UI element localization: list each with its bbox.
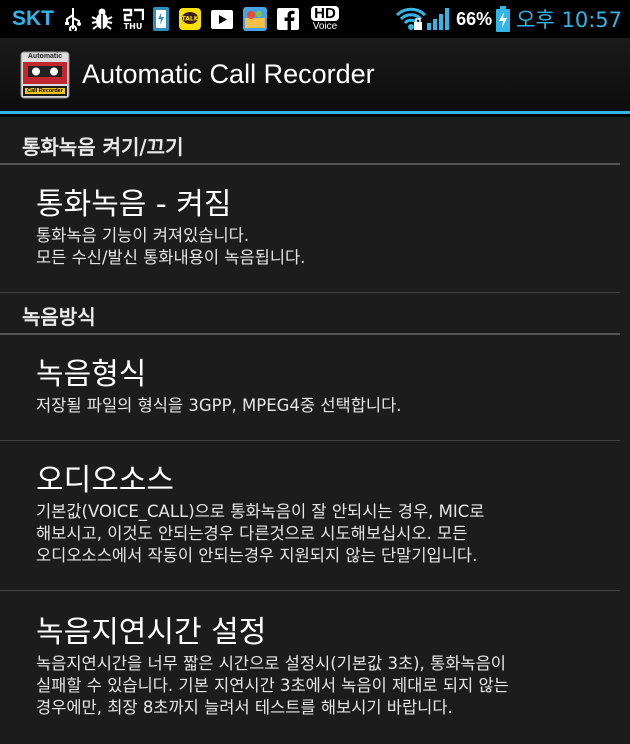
- voice-label: Voice: [312, 21, 338, 32]
- pref-recording-format[interactable]: 녹음형식 저장될 파일의 형식을 3GPP, MPEG4중 선택합니다.: [0, 335, 620, 441]
- app-logo-bottom-text: Call Recorder: [27, 87, 63, 94]
- pref-recording-toggle[interactable]: 통화녹음 - 켜짐 통화녹음 기능이 켜져있습니다. 모든 수신/발신 통화내용…: [0, 165, 620, 293]
- usb-icon: [64, 6, 82, 32]
- battery-icon: [496, 6, 511, 32]
- section-header-recording-method: 녹음방식: [0, 293, 620, 335]
- pref-summary-line: 녹음지연시간을 너무 짧은 시간으로 설정시(기본값 3초), 통화녹음이: [36, 654, 506, 673]
- pref-summary-line: 해보시고, 이것도 안되는경우 다른것으로 시도해보십시오. 모든: [36, 524, 468, 543]
- pref-summary-line: 기본값(VOICE_CALL)으로 통화녹음이 잘 안되시는 경우, MIC로: [36, 502, 485, 521]
- battery-saver-icon: [152, 6, 170, 32]
- status-bar: SKT THU TALK HD Voice 66% 오후 10:57: [0, 0, 630, 38]
- action-bar: Automatic Call Recorder Automatic Call R…: [0, 38, 630, 114]
- carrier-label: SKT: [12, 7, 54, 30]
- pref-title: 녹음형식: [36, 357, 147, 392]
- clock: 오후 10:57: [516, 8, 622, 32]
- pref-recording-delay[interactable]: 녹음지연시간 설정 녹음지연시간을 너무 짧은 시간으로 설정시(기본값 3초)…: [0, 591, 620, 741]
- pref-summary-line: 오디오소스에서 작동이 안되는경우 지원되지 않는 단말기입니다.: [36, 546, 478, 565]
- pref-summary-line: 실패할 수 있습니다. 기본 지연시간 3초에서 녹음이 제대로 되지 않는: [36, 676, 509, 695]
- hd-label: HD: [311, 6, 339, 21]
- pref-summary-line: 저장될 파일의 형식을 3GPP, MPEG4중 선택합니다.: [36, 396, 402, 415]
- facebook-icon: [276, 6, 300, 32]
- app-logo-top-text: Automatic: [27, 52, 63, 60]
- app-logo-icon[interactable]: Automatic Call Recorder: [20, 50, 70, 100]
- calendar-icon: THU: [122, 6, 144, 32]
- signal-icon: [426, 6, 452, 32]
- pref-audio-source[interactable]: 오디오소스 기본값(VOICE_CALL)으로 통화녹음이 잘 안되시는 경우,…: [0, 441, 620, 591]
- pref-title: 통화녹음 - 켜짐: [36, 187, 232, 222]
- hd-voice-icon: HD Voice: [308, 6, 342, 32]
- pref-summary-line: 경우에만, 최장 8초까지 늘려서 테스트를 해보시기 바랍니다.: [36, 698, 453, 717]
- section-header-recording-toggle: 통화녹음 켜기/끄기: [0, 117, 620, 165]
- battery-percent: 66%: [456, 8, 493, 29]
- app-title: Automatic Call Recorder: [82, 59, 375, 89]
- pref-title: 오디오소스: [36, 463, 174, 498]
- svg-text:TALK: TALK: [182, 16, 199, 23]
- bug-icon: [90, 6, 114, 32]
- calendar-day-label: THU: [123, 21, 143, 31]
- pref-summary-line: 모든 수신/발신 통화내용이 녹음됩니다.: [36, 248, 306, 267]
- pref-summary-line: 통화녹음 기능이 켜져있습니다.: [36, 226, 250, 245]
- kakao-icon: TALK: [178, 6, 202, 32]
- game-icon: [242, 6, 268, 32]
- wifi-icon: [396, 6, 427, 32]
- preference-list[interactable]: 통화녹음 켜기/끄기 통화녹음 - 켜짐 통화녹음 기능이 켜져있습니다. 모든…: [0, 117, 630, 744]
- pref-title: 녹음지연시간 설정: [36, 615, 267, 650]
- play-store-icon: [210, 6, 234, 32]
